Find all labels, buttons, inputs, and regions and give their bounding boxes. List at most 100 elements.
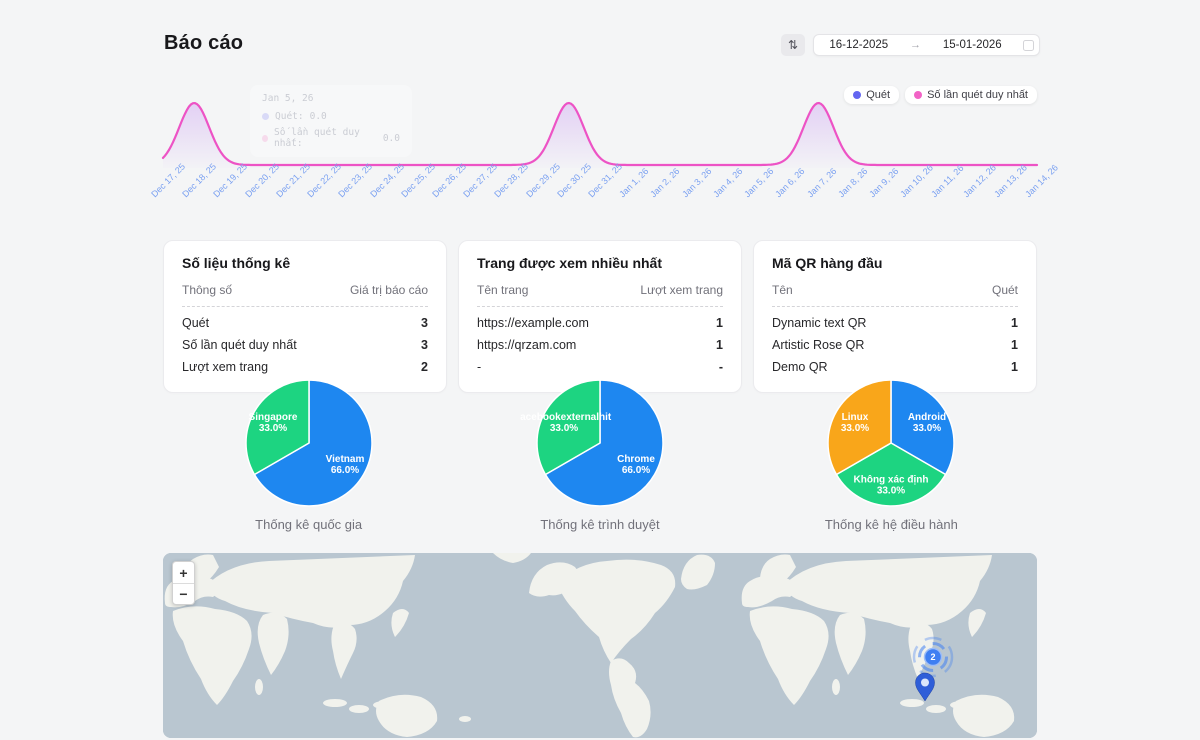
table-row: https://qrzam.com 1 bbox=[477, 334, 723, 356]
table-row: Lượt xem trang 2 bbox=[182, 356, 428, 378]
tooltip-row: Số lần quét duy nhất: 0.0 bbox=[262, 127, 400, 149]
legend-item-unique-scans[interactable]: Số lần quét duy nhất bbox=[905, 86, 1037, 104]
row-value: 1 bbox=[716, 316, 723, 330]
pie-slice-label: Chrome66.0% bbox=[617, 454, 655, 476]
row-value: 3 bbox=[421, 316, 428, 330]
pie-caption: Thống kê hệ điều hành bbox=[825, 517, 958, 532]
legend-label: Số lần quét duy nhất bbox=[927, 89, 1028, 101]
arrow-right-icon: → bbox=[904, 39, 928, 51]
pie-slice-label: Android33.0% bbox=[908, 412, 946, 434]
column-header: Lượt xem trang bbox=[640, 283, 723, 297]
table-header: Thông số Giá trị báo cáo bbox=[182, 283, 428, 307]
table-row: Artistic Rose QR 1 bbox=[772, 334, 1018, 356]
tooltip-value: 0.0 bbox=[383, 133, 400, 144]
scan-locations-map[interactable]: 2 + − bbox=[163, 553, 1037, 738]
pie-slice-label: Linux33.0% bbox=[841, 412, 869, 434]
table-row: - - bbox=[477, 356, 723, 378]
row-value: 1 bbox=[1011, 338, 1018, 352]
row-label: Dynamic text QR bbox=[772, 316, 866, 330]
x-axis-tick-label: Jan 3, 26 bbox=[680, 166, 714, 200]
table-row: Quét 3 bbox=[182, 312, 428, 334]
zoom-in-button[interactable]: + bbox=[173, 562, 194, 583]
os-pie-chart: Android33.0%Không xác định33.0%Linux33.0… bbox=[811, 377, 971, 509]
column-header: Quét bbox=[992, 283, 1018, 297]
chart-tooltip: Jan 5, 26 Quét: 0.0 Số lần quét duy nhất… bbox=[250, 85, 412, 157]
tooltip-dot-blue bbox=[262, 113, 269, 120]
world-map: 2 bbox=[163, 553, 1037, 738]
row-label: Artistic Rose QR bbox=[772, 338, 864, 352]
x-axis-tick-label: Jan 5, 26 bbox=[742, 166, 776, 200]
x-axis-tick-label: Jan 4, 26 bbox=[711, 166, 745, 200]
report-dashboard: Báo cáo ⇅ 16-12-2025 → 15-01-2026 Quét S… bbox=[0, 0, 1200, 740]
scan-trend-chart: Quét Số lần quét duy nhất Jan 5, 26 Quét… bbox=[163, 85, 1037, 210]
zoom-out-button[interactable]: − bbox=[173, 583, 194, 604]
tooltip-row: Quét: 0.0 bbox=[262, 111, 400, 122]
row-value: 1 bbox=[716, 338, 723, 352]
x-axis-tick-label: Jan 8, 26 bbox=[836, 166, 870, 200]
table-row: Dynamic text QR 1 bbox=[772, 312, 1018, 334]
top-qr-card: Mã QR hàng đầu Tên Quét Dynamic text QR … bbox=[753, 240, 1037, 393]
x-axis-tick-label: Jan 2, 26 bbox=[649, 166, 683, 200]
table-header: Tên Quét bbox=[772, 283, 1018, 307]
x-axis-tick-label: Jan 14, 26 bbox=[1023, 162, 1061, 200]
column-header: Thông số bbox=[182, 283, 232, 297]
tooltip-value: 0.0 bbox=[310, 111, 327, 122]
x-axis-tick-label: Jan 10, 26 bbox=[898, 162, 936, 200]
country-pie-figure: Vietnam66.0%Singapore33.0% Thống kê quốc… bbox=[163, 377, 454, 532]
end-date-value[interactable]: 15-01-2026 bbox=[928, 39, 1018, 51]
card-title: Trang được xem nhiều nhất bbox=[477, 255, 723, 271]
row-label: https://qrzam.com bbox=[477, 338, 576, 352]
legend-item-scans[interactable]: Quét bbox=[844, 86, 899, 104]
row-value: 1 bbox=[1011, 360, 1018, 374]
browser-pie-figure: Chrome66.0%facebookexternalhit33.0% Thốn… bbox=[454, 377, 745, 532]
date-range-picker[interactable]: 16-12-2025 → 15-01-2026 bbox=[813, 34, 1040, 56]
date-controls: ⇅ 16-12-2025 → 15-01-2026 bbox=[781, 34, 1040, 56]
pie-slice-label: Vietnam66.0% bbox=[325, 454, 364, 476]
cluster-count: 2 bbox=[930, 652, 935, 662]
row-value: - bbox=[719, 360, 723, 374]
column-header: Giá trị báo cáo bbox=[350, 283, 428, 297]
stats-card: Số liệu thống kê Thông số Giá trị báo cá… bbox=[163, 240, 447, 393]
swap-dates-button[interactable]: ⇅ bbox=[781, 34, 805, 56]
x-axis-tick-label: Jan 9, 26 bbox=[867, 166, 901, 200]
table-header: Tên trang Lượt xem trang bbox=[477, 283, 723, 307]
x-axis-tick-label: Jan 6, 26 bbox=[774, 166, 808, 200]
pie-charts-row: Vietnam66.0%Singapore33.0% Thống kê quốc… bbox=[163, 377, 1037, 532]
legend-label: Quét bbox=[866, 89, 890, 101]
legend-dot-blue bbox=[853, 91, 861, 99]
summary-cards: Số liệu thống kê Thông số Giá trị báo cá… bbox=[163, 240, 1037, 393]
row-label: Demo QR bbox=[772, 360, 828, 374]
country-pie-chart: Vietnam66.0%Singapore33.0% bbox=[229, 377, 389, 509]
row-label: - bbox=[477, 360, 481, 374]
start-date-value[interactable]: 16-12-2025 bbox=[814, 39, 904, 51]
legend-dot-pink bbox=[914, 91, 922, 99]
calendar-icon[interactable] bbox=[1023, 40, 1034, 51]
top-pages-card: Trang được xem nhiều nhất Tên trang Lượt… bbox=[458, 240, 742, 393]
os-pie-figure: Android33.0%Không xác định33.0%Linux33.0… bbox=[746, 377, 1037, 532]
tooltip-label: Số lần quét duy nhất: bbox=[274, 127, 377, 149]
table-row: https://example.com 1 bbox=[477, 312, 723, 334]
tooltip-date: Jan 5, 26 bbox=[262, 93, 400, 104]
pie-caption: Thống kê quốc gia bbox=[255, 517, 362, 532]
row-value: 3 bbox=[421, 338, 428, 352]
page-title: Báo cáo bbox=[164, 32, 243, 55]
swap-vertical-icon: ⇅ bbox=[788, 38, 798, 52]
browser-pie-chart: Chrome66.0%facebookexternalhit33.0% bbox=[520, 377, 680, 509]
row-label: https://example.com bbox=[477, 316, 589, 330]
column-header: Tên bbox=[772, 283, 793, 297]
table-row: Số lần quét duy nhất 3 bbox=[182, 334, 428, 356]
x-axis-tick-label: Jan 11, 26 bbox=[930, 163, 967, 200]
tooltip-label: Quét: bbox=[275, 111, 304, 122]
row-value: 2 bbox=[421, 360, 428, 374]
map-zoom-control: + − bbox=[172, 561, 195, 605]
chart-legend: Quét Số lần quét duy nhất bbox=[844, 86, 1037, 104]
pie-caption: Thống kê trình duyệt bbox=[540, 517, 659, 532]
row-value: 1 bbox=[1011, 316, 1018, 330]
table-row: Demo QR 1 bbox=[772, 356, 1018, 378]
tooltip-dot-pink bbox=[262, 135, 268, 142]
x-axis-tick-label: Jan 12, 26 bbox=[961, 162, 999, 200]
row-label: Lượt xem trang bbox=[182, 360, 268, 374]
row-label: Quét bbox=[182, 316, 209, 330]
card-title: Số liệu thống kê bbox=[182, 255, 428, 271]
x-axis-tick-label: Jan 13, 26 bbox=[992, 162, 1030, 200]
